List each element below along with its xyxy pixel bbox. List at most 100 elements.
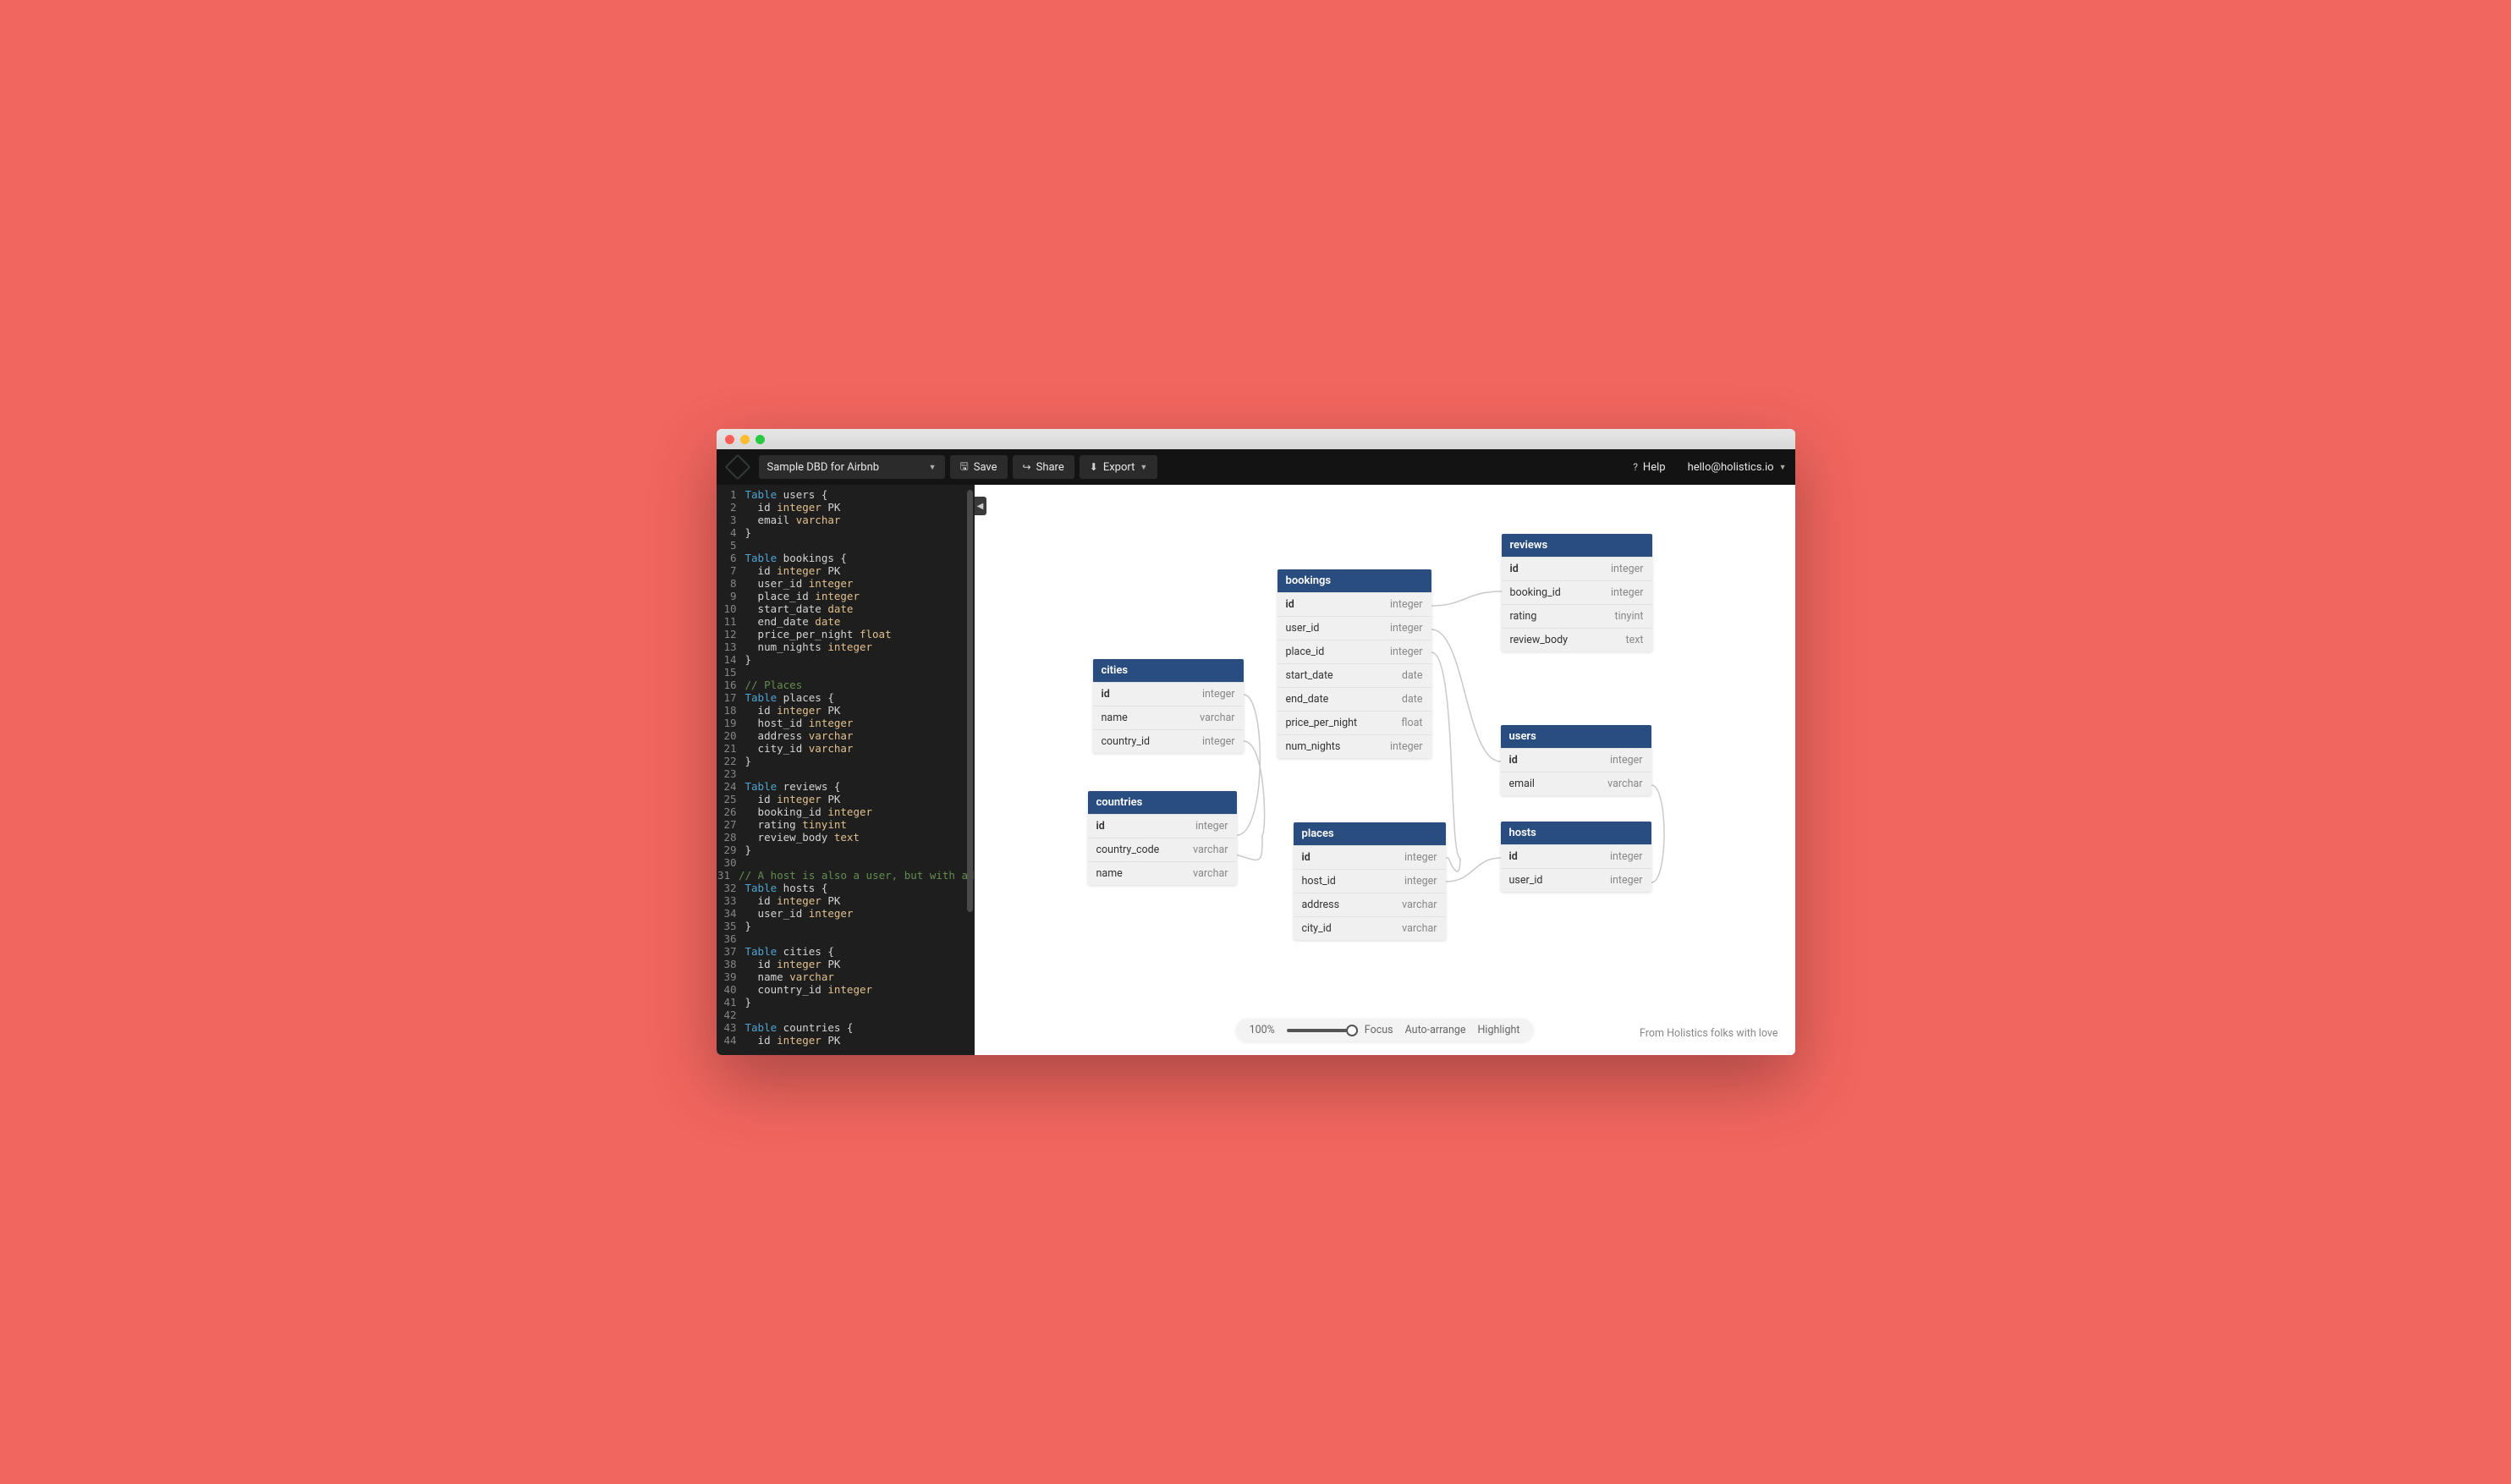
table-column[interactable]: namevarchar: [1088, 861, 1237, 885]
project-dropdown[interactable]: Sample DBD for Airbnb ▼: [759, 455, 945, 479]
table-column[interactable]: ratingtinyint: [1502, 604, 1652, 628]
highlight-button[interactable]: Highlight: [1478, 1024, 1520, 1036]
code-line[interactable]: 32Table hosts {: [717, 882, 975, 894]
code-line[interactable]: 39 name varchar: [717, 970, 975, 983]
code-line[interactable]: 23: [717, 767, 975, 780]
code-line[interactable]: 31// A host is also a user, but with ad: [717, 869, 975, 882]
code-line[interactable]: 3 email varchar: [717, 514, 975, 526]
table-column[interactable]: idinteger: [1502, 557, 1652, 580]
table-column[interactable]: addressvarchar: [1294, 893, 1446, 916]
table-header[interactable]: places: [1294, 822, 1446, 845]
table-header[interactable]: users: [1501, 725, 1651, 748]
code-line[interactable]: 43Table countries {: [717, 1021, 975, 1034]
table-reviews[interactable]: reviewsidintegerbooking_idintegerratingt…: [1502, 534, 1652, 651]
code-line[interactable]: 35}: [717, 920, 975, 932]
table-column[interactable]: idinteger: [1277, 592, 1431, 616]
maximize-icon[interactable]: [755, 435, 765, 444]
close-icon[interactable]: [725, 435, 734, 444]
code-line[interactable]: 16// Places: [717, 679, 975, 691]
table-users[interactable]: usersidintegeremailvarchar: [1501, 725, 1651, 795]
code-line[interactable]: 19 host_id integer: [717, 717, 975, 729]
code-line[interactable]: 14}: [717, 653, 975, 666]
table-column[interactable]: user_idinteger: [1501, 868, 1651, 892]
table-column[interactable]: place_idinteger: [1277, 640, 1431, 663]
code-line[interactable]: 12 price_per_night float: [717, 628, 975, 640]
table-column[interactable]: emailvarchar: [1501, 772, 1651, 795]
table-bookings[interactable]: bookingsidintegeruser_idintegerplace_idi…: [1277, 569, 1431, 758]
collapse-editor-button[interactable]: ◀: [975, 497, 986, 515]
table-column[interactable]: country_idinteger: [1093, 729, 1244, 753]
table-countries[interactable]: countriesidintegercountry_codevarcharnam…: [1088, 791, 1237, 885]
code-line[interactable]: 40 country_id integer: [717, 983, 975, 996]
code-line[interactable]: 21 city_id varchar: [717, 742, 975, 755]
table-column[interactable]: price_per_nightfloat: [1277, 711, 1431, 734]
table-column[interactable]: num_nightsinteger: [1277, 734, 1431, 758]
user-menu[interactable]: hello@holistics.io ▼: [1688, 461, 1787, 474]
diagram-canvas[interactable]: ◀ citiesidintegernamevarcharcountry_idin…: [975, 485, 1795, 1055]
table-column[interactable]: namevarchar: [1093, 706, 1244, 729]
minimize-icon[interactable]: [740, 435, 750, 444]
code-line[interactable]: 17Table places {: [717, 691, 975, 704]
code-line[interactable]: 10 start_date date: [717, 602, 975, 615]
code-line[interactable]: 11 end_date date: [717, 615, 975, 628]
code-line[interactable]: 9 place_id integer: [717, 590, 975, 602]
code-line[interactable]: 1Table users {: [717, 488, 975, 501]
table-column[interactable]: idinteger: [1501, 748, 1651, 772]
export-button[interactable]: ⬇ Export ▼: [1080, 455, 1158, 479]
code-line[interactable]: 6Table bookings {: [717, 552, 975, 564]
code-line[interactable]: 2 id integer PK: [717, 501, 975, 514]
code-line[interactable]: 20 address varchar: [717, 729, 975, 742]
table-column[interactable]: country_codevarchar: [1088, 838, 1237, 861]
table-column[interactable]: idinteger: [1093, 682, 1244, 706]
scrollbar-thumb[interactable]: [967, 490, 973, 912]
code-line[interactable]: 27 rating tinyint: [717, 818, 975, 831]
share-button[interactable]: ↪ Share: [1013, 455, 1074, 479]
table-column[interactable]: end_datedate: [1277, 687, 1431, 711]
code-line[interactable]: 5: [717, 539, 975, 552]
code-line[interactable]: 34 user_id integer: [717, 907, 975, 920]
code-line[interactable]: 42: [717, 1009, 975, 1021]
code-line[interactable]: 13 num_nights integer: [717, 640, 975, 653]
help-button[interactable]: ? Help: [1633, 461, 1665, 474]
code-line[interactable]: 7 id integer PK: [717, 564, 975, 577]
table-column[interactable]: idinteger: [1501, 844, 1651, 868]
code-line[interactable]: 33 id integer PK: [717, 894, 975, 907]
table-places[interactable]: placesidintegerhost_idintegeraddressvarc…: [1294, 822, 1446, 940]
code-line[interactable]: 25 id integer PK: [717, 793, 975, 805]
code-line[interactable]: 18 id integer PK: [717, 704, 975, 717]
table-header[interactable]: bookings: [1277, 569, 1431, 592]
table-column[interactable]: review_bodytext: [1502, 628, 1652, 651]
table-column[interactable]: city_idvarchar: [1294, 916, 1446, 940]
table-column[interactable]: start_datedate: [1277, 663, 1431, 687]
code-line[interactable]: 30: [717, 856, 975, 869]
code-line[interactable]: 26 booking_id integer: [717, 805, 975, 818]
table-column[interactable]: booking_idinteger: [1502, 580, 1652, 604]
code-line[interactable]: 36: [717, 932, 975, 945]
save-button[interactable]: 🖫 Save: [950, 455, 1008, 479]
code-line[interactable]: 38 id integer PK: [717, 958, 975, 970]
code-line[interactable]: 28 review_body text: [717, 831, 975, 844]
slider-knob[interactable]: [1346, 1025, 1358, 1036]
table-column[interactable]: host_idinteger: [1294, 869, 1446, 893]
zoom-slider[interactable]: [1287, 1029, 1353, 1032]
code-line[interactable]: 44 id integer PK: [717, 1034, 975, 1047]
table-column[interactable]: idinteger: [1088, 814, 1237, 838]
code-line[interactable]: 37Table cities {: [717, 945, 975, 958]
table-header[interactable]: hosts: [1501, 822, 1651, 844]
auto-arrange-button[interactable]: Auto-arrange: [1405, 1024, 1466, 1036]
code-line[interactable]: 29}: [717, 844, 975, 856]
code-line[interactable]: 24Table reviews {: [717, 780, 975, 793]
table-cities[interactable]: citiesidintegernamevarcharcountry_idinte…: [1093, 659, 1244, 753]
table-column[interactable]: user_idinteger: [1277, 616, 1431, 640]
code-editor[interactable]: 1Table users {2 id integer PK3 email var…: [717, 485, 975, 1055]
code-line[interactable]: 15: [717, 666, 975, 679]
table-header[interactable]: countries: [1088, 791, 1237, 814]
table-column[interactable]: idinteger: [1294, 845, 1446, 869]
table-header[interactable]: cities: [1093, 659, 1244, 682]
code-line[interactable]: 41}: [717, 996, 975, 1009]
focus-button[interactable]: Focus: [1365, 1024, 1393, 1036]
table-hosts[interactable]: hostsidintegeruser_idinteger: [1501, 822, 1651, 892]
code-line[interactable]: 8 user_id integer: [717, 577, 975, 590]
table-header[interactable]: reviews: [1502, 534, 1652, 557]
code-line[interactable]: 22}: [717, 755, 975, 767]
